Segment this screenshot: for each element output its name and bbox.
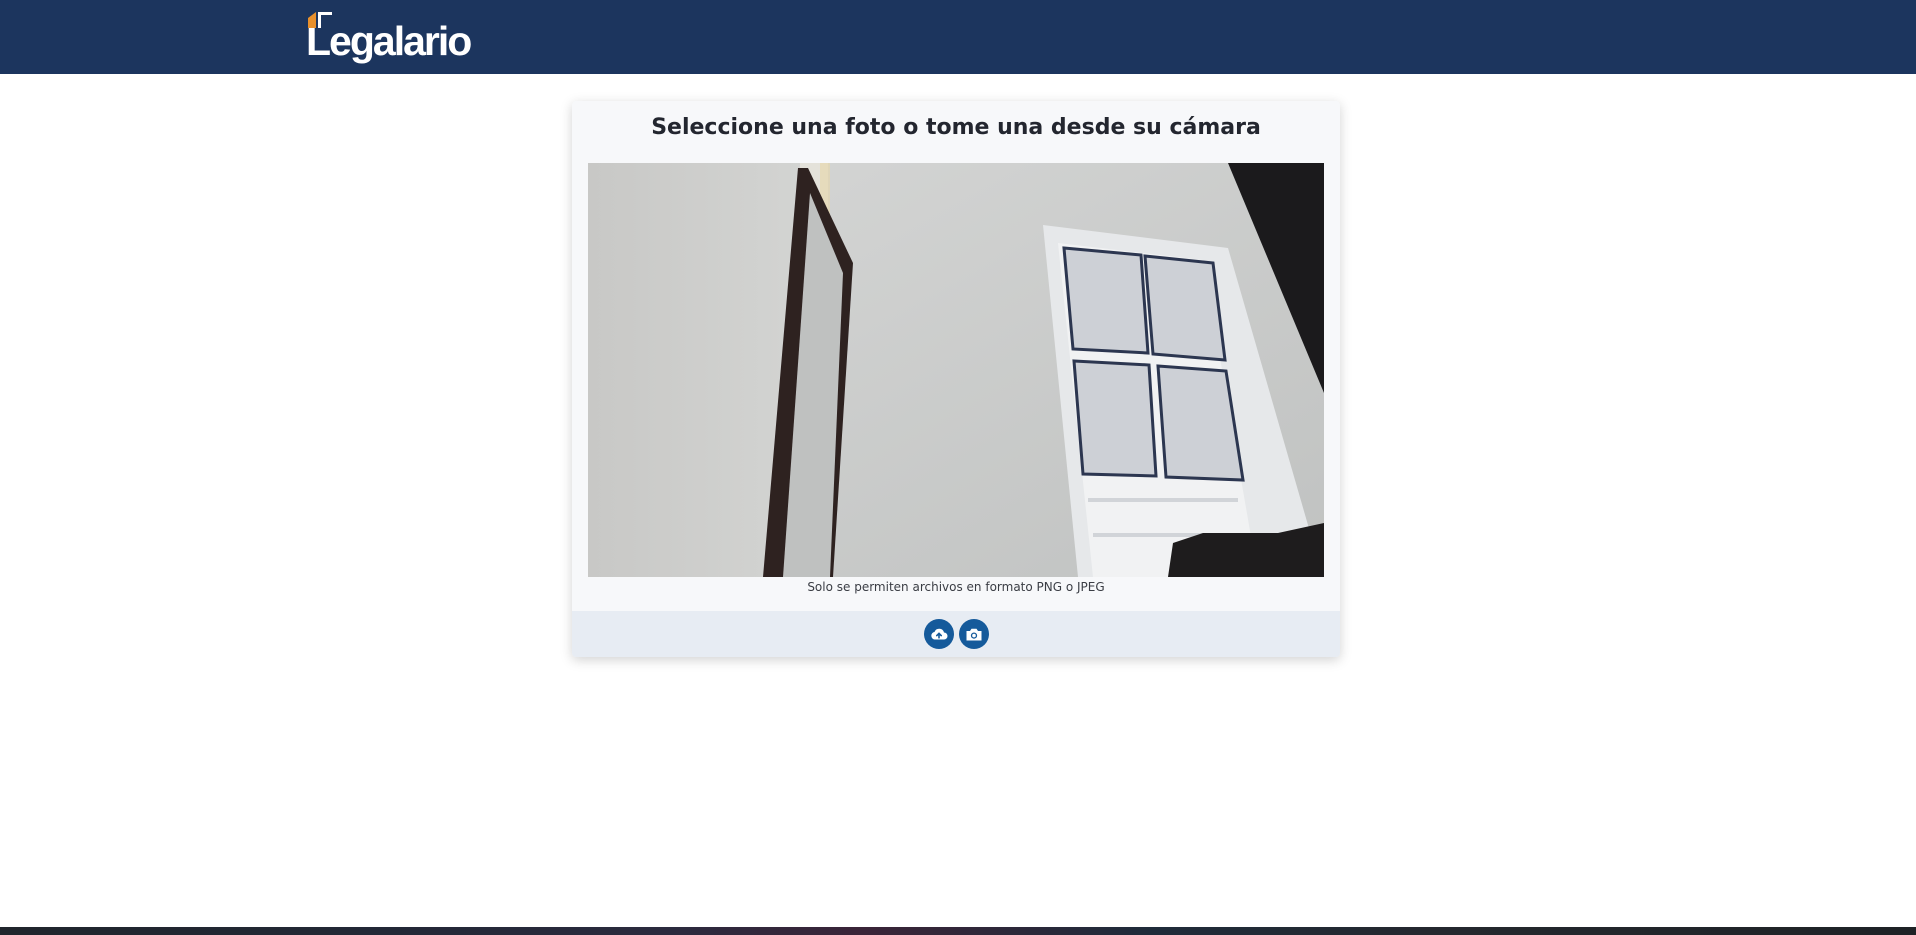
- card-title: Seleccione una foto o tome una desde su …: [651, 115, 1261, 140]
- legalario-logo[interactable]: Legalario: [306, 10, 472, 62]
- top-navbar: Legalario: [0, 0, 1916, 74]
- card-actions: [572, 611, 1340, 657]
- taskbar-strip: [0, 927, 1916, 935]
- camera-button[interactable]: [958, 619, 989, 649]
- logo-mark-icon: [308, 12, 332, 28]
- cloud-upload-icon: [930, 628, 947, 640]
- camera-icon: [966, 628, 981, 640]
- upload-button[interactable]: [923, 619, 954, 649]
- file-format-hint: Solo se permiten archivos en formato PNG…: [807, 580, 1105, 594]
- photo-card: Seleccione una foto o tome una desde su …: [572, 101, 1340, 657]
- camera-preview: [588, 163, 1324, 577]
- camera-preview-image: [588, 163, 1324, 577]
